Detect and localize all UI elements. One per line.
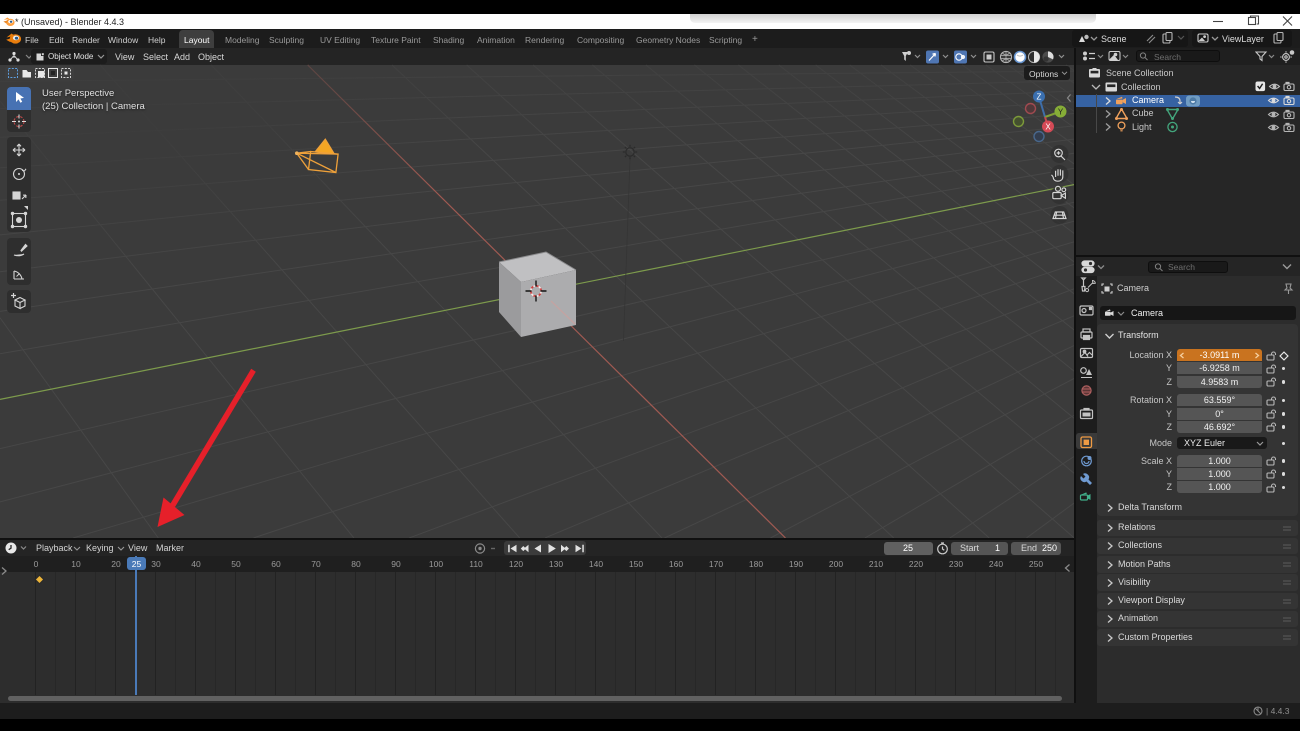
svg-text:X: X (1045, 123, 1051, 132)
svg-text:Z: Z (1037, 93, 1042, 102)
svg-text:Y: Y (1058, 108, 1064, 117)
